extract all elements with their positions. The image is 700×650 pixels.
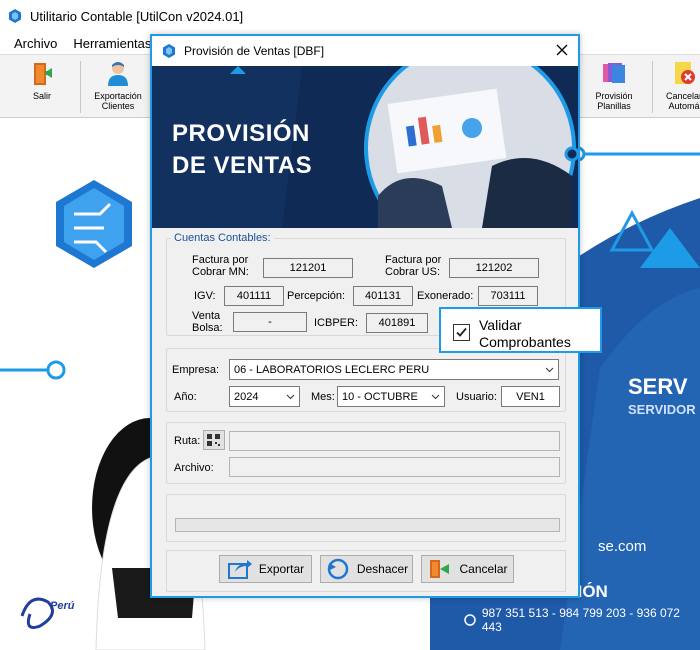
menu-archivo[interactable]: Archivo — [6, 36, 65, 51]
phones-value: 987 351 513 - 984 799 203 - 936 072 443 — [481, 606, 680, 634]
window-title: Utilitario Contable [UtilCon v2024.01] — [30, 8, 244, 24]
venta-bolsa-label: Venta Bolsa: — [192, 310, 223, 334]
app-logo-icon — [163, 44, 175, 58]
usuario-label: Usuario: — [456, 391, 497, 403]
percepcion-field[interactable]: 401131 — [353, 286, 413, 306]
icbper-field[interactable]: 401891 — [366, 313, 428, 333]
chevron-down-icon — [431, 394, 440, 400]
serv-heading: SERV — [628, 374, 688, 399]
qr-folder-icon — [207, 434, 220, 446]
salir-button[interactable]: Salir — [20, 59, 64, 117]
phones-text: 987 351 513 - 984 799 203 - 936 072 443 — [464, 606, 700, 634]
undo-icon — [327, 558, 349, 580]
deshacer-button[interactable]: Deshacer — [320, 555, 413, 583]
menu-herramientas[interactable]: Herramientas — [65, 36, 159, 51]
dialog-banner: PROVISIÓN DE VENTAS — [152, 66, 578, 228]
venta-bolsa-field[interactable]: - — [233, 312, 307, 332]
percepcion-label: Percepción: — [287, 290, 346, 302]
exportacion-label: Exportación Clientes — [94, 91, 142, 111]
banner-line1: PROVISIÓN — [172, 120, 310, 147]
progress-bar — [175, 518, 560, 532]
igv-label: IGV: — [194, 290, 216, 302]
servidor-text: SERVIDOR — [628, 402, 696, 417]
peru-brand: Perú — [50, 600, 75, 612]
chevron-down-icon — [545, 367, 554, 373]
provision-planillas-label: Provisión Planillas — [595, 91, 633, 111]
empresa-select[interactable]: 06 - LABORATORIOS LECLERC PERU — [229, 359, 559, 380]
empresa-label: Empresa: — [172, 364, 220, 376]
factura-mn-field[interactable]: 121201 — [263, 258, 353, 278]
toolbar-separator-2 — [652, 61, 653, 113]
cancelar-automatico-button[interactable]: Cancelar Automá — [660, 59, 700, 117]
mes-select[interactable]: 10 - OCTUBRE — [337, 386, 445, 407]
exonerado-field[interactable]: 703111 — [478, 286, 538, 306]
anio-select[interactable]: 2024 — [229, 386, 300, 407]
validar-line1: Validar — [479, 317, 522, 333]
icbper-label: ICBPER: — [314, 317, 359, 329]
deshacer-label: Deshacer — [356, 562, 409, 576]
salir-label: Salir — [32, 91, 51, 101]
app-logo-icon — [9, 9, 21, 23]
factura-mn-label: Factura por Cobrar MN: — [192, 254, 249, 278]
factura-us-field[interactable]: 121202 — [449, 258, 539, 278]
validar-label: Validar Comprobantes — [479, 317, 571, 351]
factura-us-label: Factura por Cobrar US: — [385, 254, 442, 278]
exportar-button[interactable]: Exportar — [219, 555, 312, 583]
anio-value: 2024 — [234, 390, 259, 403]
provision-planillas-button[interactable]: Provisión Planillas — [590, 59, 638, 117]
ruta-field[interactable] — [229, 431, 560, 451]
cuentas-contables-legend: Cuentas Contables: — [174, 232, 271, 244]
exonerado-label: Exonerado: — [417, 290, 474, 302]
validar-line2: Comprobantes — [479, 334, 571, 350]
exportacion-clientes-button[interactable]: Exportación Clientes — [90, 59, 146, 117]
main-title-bar: Utilitario Contable [UtilCon v2024.01] — [0, 0, 700, 32]
close-icon[interactable] — [554, 42, 570, 58]
export-arrow-icon — [227, 560, 252, 579]
cancel-document-icon — [675, 62, 695, 84]
archivo-field[interactable] — [229, 457, 560, 477]
banner-heading: PROVISIÓN DE VENTAS — [172, 118, 312, 182]
igv-field[interactable]: 401111 — [224, 286, 284, 306]
chevron-down-icon — [286, 394, 295, 400]
cancelar-automatico-label: Cancelar Automá — [665, 91, 700, 111]
usuario-field[interactable]: VEN1 — [501, 386, 560, 407]
anio-label: Año: — [174, 391, 197, 403]
checkbox-box[interactable] — [453, 324, 470, 341]
exit-door-icon — [430, 560, 450, 578]
ruta-label: Ruta: — [174, 435, 201, 447]
dialog-title: Provisión de Ventas [DBF] — [184, 44, 325, 58]
validar-comprobantes-checkbox[interactable]: Validar Comprobantes — [439, 307, 602, 353]
whatsapp-icon — [464, 614, 476, 626]
mes-value: 10 - OCTUBRE — [342, 390, 418, 403]
user-icon — [108, 62, 128, 86]
mes-label: Mes: — [311, 391, 335, 403]
cancelar-label: Cancelar — [459, 562, 508, 576]
checkmark-icon — [456, 327, 467, 337]
folders-icon — [603, 63, 625, 83]
website-text: se.com — [598, 538, 647, 555]
exit-door-icon — [34, 63, 52, 85]
empresa-value: 06 - LABORATORIOS LECLERC PERU — [234, 363, 430, 376]
exportar-label: Exportar — [258, 562, 305, 576]
banner-line2: DE VENTAS — [172, 152, 313, 179]
toolbar-separator — [80, 61, 81, 113]
archivo-label: Archivo: — [174, 462, 214, 474]
dialog-title-bar: Provisión de Ventas [DBF] — [152, 36, 578, 66]
browse-folder-button[interactable] — [203, 430, 225, 450]
cancelar-button[interactable]: Cancelar — [421, 555, 514, 583]
